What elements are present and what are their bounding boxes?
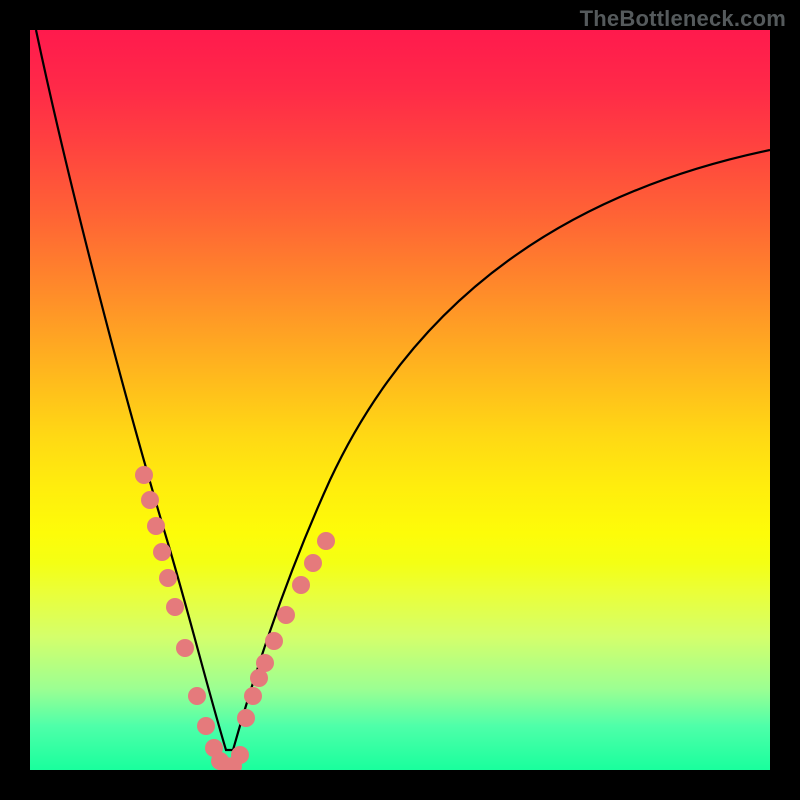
marker-right (244, 687, 262, 705)
marker-left (153, 543, 171, 561)
watermark-text: TheBottleneck.com (580, 6, 786, 32)
marker-left (166, 598, 184, 616)
marker-bottom (231, 746, 249, 764)
marker-right (304, 554, 322, 572)
marker-left (135, 466, 153, 484)
marker-right (256, 654, 274, 672)
marker-left (141, 491, 159, 509)
chart-plot-area (30, 30, 770, 770)
marker-right (317, 532, 335, 550)
marker-right (237, 709, 255, 727)
marker-left (188, 687, 206, 705)
marker-left (159, 569, 177, 587)
marker-right (265, 632, 283, 650)
marker-left (197, 717, 215, 735)
marker-left (176, 639, 194, 657)
chart-svg (30, 30, 770, 770)
deviation-curve (36, 30, 770, 750)
marker-right (292, 576, 310, 594)
marker-right (277, 606, 295, 624)
marker-left (147, 517, 165, 535)
